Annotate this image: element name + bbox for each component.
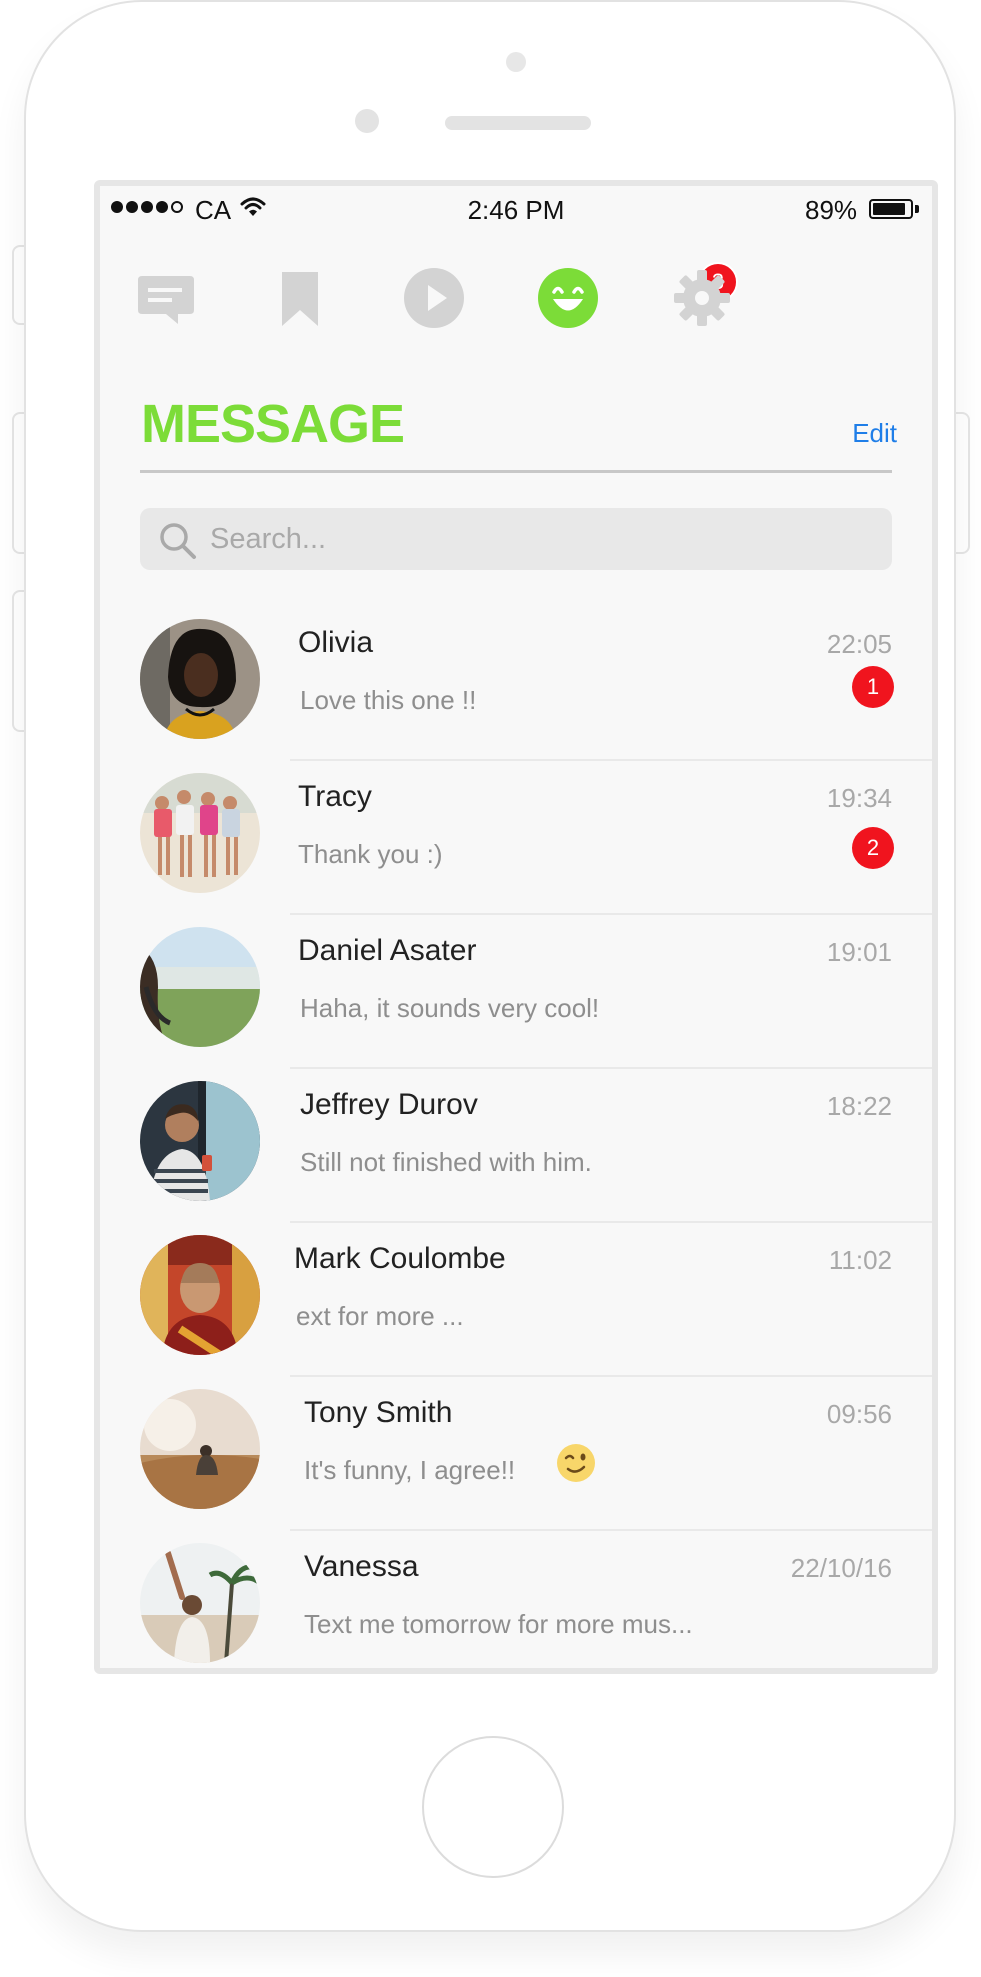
avatar <box>140 773 260 893</box>
play-icon <box>404 268 464 328</box>
chat-bubble-icon <box>138 276 194 324</box>
phone-frame: CA 2:46 PM 89% MESSAGE Edit Search... Ol… <box>24 0 956 1932</box>
message-time: 18:22 <box>826 1091 892 1121</box>
battery-icon <box>869 199 913 219</box>
app-screen: CA 2:46 PM 89% MESSAGE Edit Search... Ol… <box>94 180 938 1674</box>
status-bar: CA 2:46 PM 89% <box>100 186 932 236</box>
message-preview: Still not finished with him. <box>300 1147 592 1177</box>
search-bar[interactable] <box>140 508 892 570</box>
tab-messages[interactable] <box>134 266 198 330</box>
conversation-row[interactable]: Daniel Asater 19:01 Haha, it sounds very… <box>100 914 932 1069</box>
message-preview: Thank you :) <box>298 839 443 869</box>
avatar <box>140 1389 260 1509</box>
contact-name: Tracy <box>298 780 372 813</box>
message-preview: Haha, it sounds very cool! <box>300 993 600 1023</box>
proximity-sensor <box>355 109 379 133</box>
conversation-row[interactable]: Tony Smith 09:56 It's funny, I agree!! <box>100 1376 932 1531</box>
tab-bookmarks[interactable] <box>268 266 332 330</box>
conversation-row[interactable]: Mark Coulombe 11:02 ext for more ... <box>100 1222 932 1377</box>
contact-name: Tony Smith <box>304 1396 453 1429</box>
edit-button[interactable]: Edit <box>852 418 897 449</box>
message-time: 11:02 <box>828 1245 892 1275</box>
message-time: 19:01 <box>826 937 892 967</box>
tab-settings[interactable] <box>670 266 734 330</box>
winking-face-icon <box>557 1444 595 1482</box>
contact-name: Jeffrey Durov <box>300 1088 478 1121</box>
avatar <box>140 1081 260 1201</box>
contact-name: Vanessa <box>304 1550 419 1583</box>
contact-name: Mark Coulombe <box>294 1242 506 1275</box>
contact-name: Olivia <box>298 626 374 659</box>
message-preview: Love this one !! <box>300 685 477 715</box>
search-input[interactable] <box>210 508 870 570</box>
message-time: 09:56 <box>826 1399 892 1429</box>
message-preview: Text me tomorrow for more mus... <box>304 1609 693 1639</box>
message-preview: ext for more ... <box>296 1301 464 1331</box>
earpiece-speaker <box>445 116 591 130</box>
conversation-row[interactable]: Vanessa 22/10/16 Text me tomorrow for mo… <box>100 1530 932 1668</box>
contact-name: Daniel Asater <box>298 934 477 967</box>
message-preview: It's funny, I agree!! <box>304 1455 516 1485</box>
conversation-row[interactable]: Tracy 19:34 Thank you :) 2 <box>100 760 932 915</box>
search-icon <box>158 521 198 566</box>
avatar <box>140 1235 260 1355</box>
message-time: 19:34 <box>826 783 892 813</box>
battery-percentage: 89% <box>805 195 858 225</box>
avatar <box>140 927 260 1047</box>
page-title: MESSAGE <box>141 394 405 454</box>
title-divider <box>140 470 892 473</box>
unread-count-badge: 2 <box>852 827 894 869</box>
message-time: 22:05 <box>826 629 892 659</box>
home-button <box>422 1736 564 1878</box>
message-time: 22/10/16 <box>790 1553 892 1583</box>
conversation-row[interactable]: Olivia 22:05 Love this one !! 1 <box>100 606 932 761</box>
power-button <box>956 412 970 554</box>
bookmark-icon <box>282 272 318 326</box>
gear-icon <box>674 270 730 326</box>
smiley-face-icon <box>538 268 598 328</box>
tab-friends[interactable] <box>536 266 600 330</box>
conversation-row[interactable]: Jeffrey Durov 18:22 Still not finished w… <box>100 1068 932 1223</box>
avatar <box>140 619 260 739</box>
front-camera <box>506 52 526 72</box>
tab-videos[interactable] <box>402 266 466 330</box>
unread-count-badge: 1 <box>852 666 894 708</box>
avatar <box>140 1543 260 1663</box>
